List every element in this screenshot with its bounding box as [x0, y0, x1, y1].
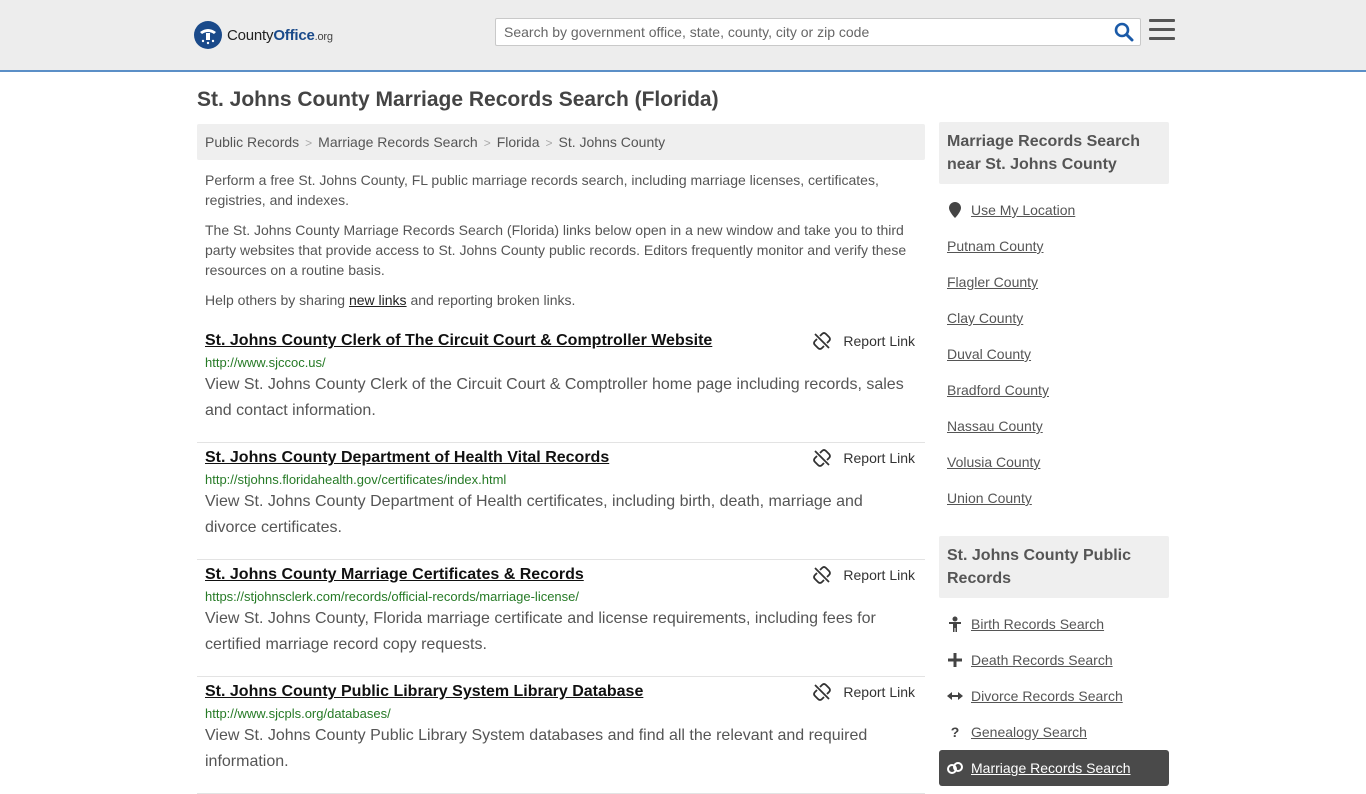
result-url: http://www.sjccoc.us/ [205, 355, 326, 370]
header-bar: CountyOffice.org [0, 0, 1366, 72]
search-bar [495, 18, 1141, 46]
sidebar-nearby: Marriage Records Search near St. Johns C… [939, 122, 1169, 516]
result-item: St. Johns County Department of Health Vi… [197, 443, 925, 560]
sidebar-public-records: St. Johns County Public Records Birth Re… [939, 536, 1169, 786]
birth-records-link[interactable]: Birth Records Search [971, 616, 1104, 632]
sidebar-item-county: Duval County [939, 336, 1169, 372]
sidebar-item-county: Volusia County [939, 444, 1169, 480]
intro-paragraph: The St. Johns County Marriage Records Se… [205, 222, 907, 278]
sidebar-item-county: Bradford County [939, 372, 1169, 408]
result-url: https://stjohnsclerk.com/records/officia… [205, 589, 580, 604]
county-link[interactable]: Putnam County [947, 238, 1044, 254]
sidebar-item-marriage: Marriage Records Search [939, 750, 1169, 786]
arrows-icon [947, 688, 963, 704]
result-item: St. Johns County Clerk of The Circuit Co… [197, 326, 925, 443]
county-link[interactable]: Nassau County [947, 418, 1043, 434]
breadcrumb-separator: > [483, 136, 491, 150]
result-description: View St. Johns County, Florida marriage … [205, 610, 876, 653]
hamburger-icon [1149, 19, 1175, 22]
menu-button[interactable] [1149, 19, 1175, 43]
breadcrumb-marriage-records[interactable]: Marriage Records Search [318, 134, 478, 150]
result-description: View St. Johns County Public Library Sys… [205, 727, 868, 770]
sidebar-item-county: Putnam County [939, 228, 1169, 264]
map-pin-icon [947, 202, 963, 218]
report-link-button[interactable]: Report Link [813, 683, 915, 701]
breadcrumb-florida[interactable]: Florida [497, 134, 540, 150]
result-title-link[interactable]: St. Johns County Department of Health Vi… [205, 449, 609, 467]
public-records-list: Birth Records Search Death Records Searc… [939, 606, 1169, 786]
marriage-records-link[interactable]: Marriage Records Search [971, 760, 1131, 776]
search-button[interactable] [1114, 22, 1136, 44]
new-links-link[interactable]: new links [349, 292, 407, 308]
breadcrumb-public-records[interactable]: Public Records [205, 134, 299, 150]
sidebar-public-heading: St. Johns County Public Records [939, 536, 1169, 598]
logo-wordmark: CountyOffice.org [227, 26, 333, 44]
site-logo[interactable]: CountyOffice.org [193, 20, 333, 50]
breadcrumb-current: St. Johns County [558, 134, 666, 150]
baby-icon [947, 616, 963, 632]
breadcrumb: Public Records > Marriage Records Search > F… [197, 124, 925, 160]
county-link[interactable]: Volusia County [947, 454, 1040, 470]
sidebar-item-county: Flagler County [939, 264, 1169, 300]
death-records-link[interactable]: Death Records Search [971, 652, 1113, 668]
broken-link-icon [813, 566, 832, 584]
breadcrumb-separator: > [305, 136, 313, 150]
intro-text: Perform a free St. Johns County, FL publ… [205, 170, 915, 320]
county-link[interactable]: Bradford County [947, 382, 1049, 398]
result-url: http://www.sjcpls.org/databases/ [205, 706, 391, 721]
result-url: http://stjohns.floridahealth.gov/certifi… [205, 472, 507, 487]
page-title: St. Johns County Marriage Records Search… [197, 88, 719, 111]
county-link[interactable]: Flagler County [947, 274, 1038, 290]
breadcrumb-separator: > [545, 136, 553, 150]
use-location-item: Use My Location [939, 192, 1169, 228]
county-link[interactable]: Union County [947, 490, 1032, 506]
search-icon [1114, 22, 1134, 42]
sidebar-item-county: Clay County [939, 300, 1169, 336]
result-title-link[interactable]: St. Johns County Marriage Certificates &… [205, 566, 584, 584]
genealogy-link[interactable]: Genealogy Search [971, 724, 1087, 740]
result-item: St. Johns County Public Library System L… [197, 677, 925, 794]
logo-seal-icon [194, 21, 222, 49]
sidebar-item-genealogy: ? Genealogy Search [939, 714, 1169, 750]
use-my-location-link[interactable]: Use My Location [971, 202, 1075, 218]
question-icon: ? [950, 724, 960, 740]
report-link-button[interactable]: Report Link [813, 332, 915, 350]
help-paragraph: Help others by sharing new links and rep… [205, 292, 576, 308]
report-link-button[interactable]: Report Link [813, 449, 915, 467]
result-description: View St. Johns County Department of Heal… [205, 493, 863, 536]
result-title-link[interactable]: St. Johns County Clerk of The Circuit Co… [205, 332, 712, 350]
sidebar-item-birth: Birth Records Search [939, 606, 1169, 642]
result-description: View St. Johns County Clerk of the Circu… [205, 376, 904, 419]
divorce-records-link[interactable]: Divorce Records Search [971, 688, 1123, 704]
county-link[interactable]: Clay County [947, 310, 1023, 326]
intro-paragraph: Perform a free St. Johns County, FL publ… [205, 172, 879, 208]
cross-icon [947, 652, 963, 668]
broken-link-icon [813, 449, 832, 467]
broken-link-icon [813, 332, 832, 350]
result-title-link[interactable]: St. Johns County Public Library System L… [205, 683, 643, 701]
sidebar-nearby-heading: Marriage Records Search near St. Johns C… [939, 122, 1169, 184]
rings-icon [947, 760, 963, 776]
sidebar-item-divorce: Divorce Records Search [939, 678, 1169, 714]
nearby-county-list: Use My Location Putnam County Flagler Co… [939, 192, 1169, 516]
results-list: St. Johns County Clerk of The Circuit Co… [197, 326, 925, 794]
search-input[interactable] [496, 19, 1106, 45]
sidebar-item-county: Union County [939, 480, 1169, 516]
sidebar-item-death: Death Records Search [939, 642, 1169, 678]
county-link[interactable]: Duval County [947, 346, 1031, 362]
broken-link-icon [813, 683, 832, 701]
report-link-button[interactable]: Report Link [813, 566, 915, 584]
sidebar-item-county: Nassau County [939, 408, 1169, 444]
result-item: St. Johns County Marriage Certificates &… [197, 560, 925, 677]
